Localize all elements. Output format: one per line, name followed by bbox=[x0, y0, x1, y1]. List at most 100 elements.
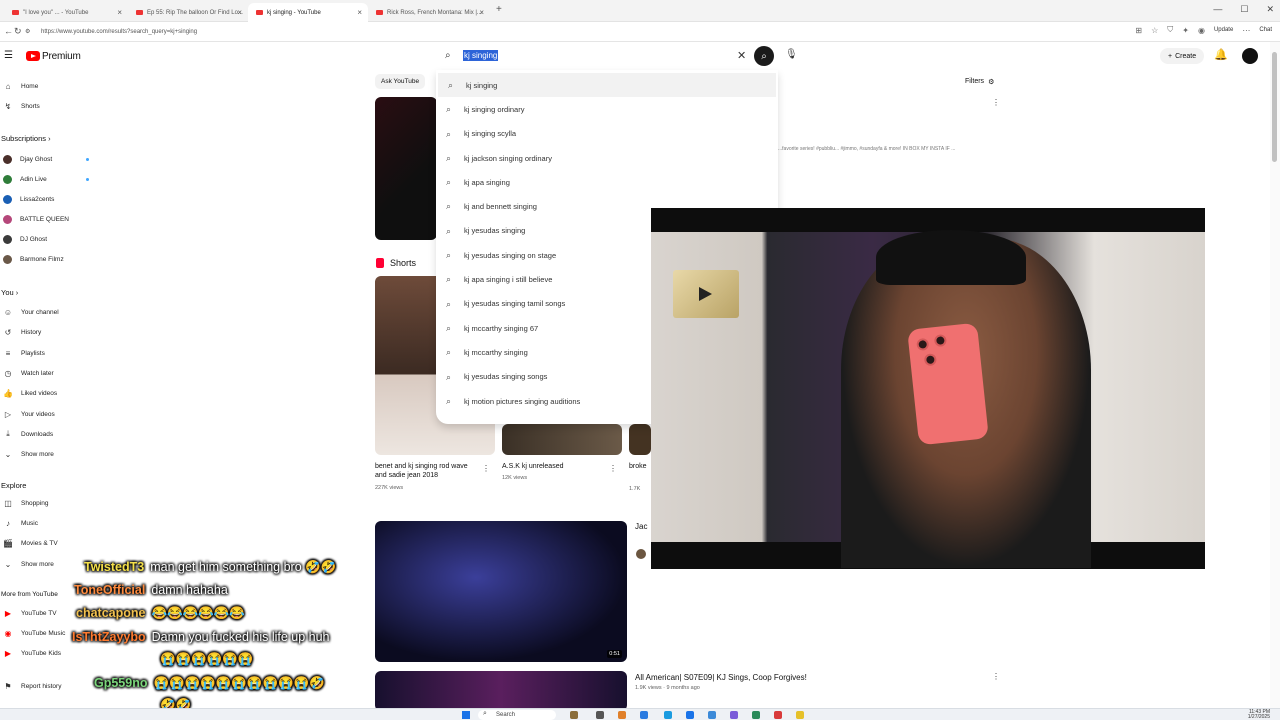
video-thumbnail[interactable] bbox=[375, 671, 627, 711]
filters-button[interactable]: Filters ⚙ bbox=[965, 78, 994, 86]
menu-icon[interactable]: ☰ bbox=[4, 50, 13, 61]
short-thumbnail[interactable] bbox=[502, 424, 622, 455]
browser-tab[interactable]: "I love you" ... - YouTube × bbox=[4, 3, 128, 22]
sidebar-label: Home bbox=[21, 82, 39, 90]
video-thumbnail[interactable] bbox=[375, 97, 437, 240]
sidebar-item-watch-later[interactable]: ◷ Watch later bbox=[0, 365, 54, 381]
youtube-logo-icon[interactable] bbox=[26, 51, 40, 61]
sidebar-heading-subscriptions[interactable]: Subscriptions › bbox=[1, 134, 51, 143]
more-options-icon[interactable]: ⋮ bbox=[609, 464, 617, 473]
sidebar-item-your-channel[interactable]: ☺ Your channel bbox=[0, 304, 59, 320]
taskbar-app-icon[interactable] bbox=[752, 711, 760, 719]
video-title[interactable]: All American| S07E09| KJ Sings, Coop For… bbox=[635, 673, 807, 682]
taskbar-app-icon[interactable] bbox=[796, 711, 804, 719]
short-thumbnail[interactable] bbox=[629, 424, 651, 455]
sidebar-item-history[interactable]: ↺ History bbox=[0, 324, 42, 340]
sidebar-item-movies[interactable]: 🎬 Movies & TV bbox=[0, 535, 58, 551]
url-field[interactable]: https://www.youtube.com/results?search_q… bbox=[36, 25, 1076, 39]
close-tab-icon[interactable]: × bbox=[237, 8, 242, 17]
search-button[interactable]: ⌕ bbox=[754, 46, 774, 66]
clear-search-icon[interactable]: ✕ bbox=[737, 49, 746, 62]
microphone-icon[interactable]: 🎙 bbox=[785, 49, 798, 60]
short-title[interactable]: A.S.K kj unreleased bbox=[502, 462, 592, 471]
sidebar-item-youtube-kids[interactable]: ▶ YouTube Kids bbox=[0, 645, 61, 661]
taskbar-app-icon[interactable] bbox=[708, 711, 716, 719]
more-options-icon[interactable]: ⋮ bbox=[992, 98, 1000, 107]
taskbar-search[interactable]: Search bbox=[478, 709, 556, 720]
search-suggestion[interactable]: ⌕ kj singing scylla bbox=[436, 122, 778, 146]
maximize-icon[interactable]: ☐ bbox=[1240, 4, 1248, 15]
create-button[interactable]: + Create bbox=[1160, 48, 1205, 64]
youtube-brand[interactable]: Premium bbox=[42, 51, 81, 62]
update-button[interactable]: Update bbox=[1214, 27, 1233, 33]
taskbar-app-icon[interactable] bbox=[618, 711, 626, 719]
new-tab-icon[interactable]: + bbox=[496, 4, 502, 15]
sidebar-item-report-history[interactable]: ⚑ Report history bbox=[0, 678, 61, 694]
short-title[interactable]: benet and kj singing rod wave and sadie … bbox=[375, 462, 475, 480]
shield-icon[interactable]: ⛉ bbox=[1167, 25, 1173, 35]
sidebar-item-sub[interactable]: Lissa2cents bbox=[0, 191, 54, 207]
sidebar-item-youtube-tv[interactable]: ▶ YouTube TV bbox=[0, 605, 57, 621]
sidebar-item-sub[interactable]: Djay Ghost bbox=[0, 151, 89, 167]
close-window-icon[interactable]: ✕ bbox=[1266, 4, 1274, 15]
more-options-icon[interactable]: ⋮ bbox=[992, 672, 1000, 681]
sidebar-item-youtube-music[interactable]: ◉ YouTube Music bbox=[0, 625, 66, 641]
sidebar-item-liked[interactable]: 👍 Liked videos bbox=[0, 385, 57, 401]
minimize-icon[interactable]: — bbox=[1213, 4, 1222, 15]
taskbar-app-icon[interactable] bbox=[570, 711, 578, 719]
search-suggestion[interactable]: ⌕ kj jackson singing ordinary bbox=[436, 146, 778, 170]
windows-start-icon[interactable] bbox=[462, 711, 470, 719]
search-suggestion[interactable]: ⌕ kj singing bbox=[438, 73, 776, 98]
taskbar-app-icon[interactable] bbox=[664, 711, 672, 719]
more-options-icon[interactable]: ⋮ bbox=[482, 464, 490, 473]
taskbar-app-icon[interactable] bbox=[686, 711, 694, 719]
page-scrollbar[interactable] bbox=[1270, 42, 1280, 708]
sidebar-item-your-videos[interactable]: ▷ Your videos bbox=[0, 406, 55, 422]
close-tab-icon[interactable]: × bbox=[357, 8, 362, 17]
system-clock[interactable]: 11:43 PM 1/27/2025 bbox=[1248, 710, 1270, 720]
sidebar-item-downloads[interactable]: ⤓ Downloads bbox=[0, 426, 53, 442]
site-info-icon[interactable]: ⚙ bbox=[25, 28, 30, 35]
close-tab-icon[interactable]: × bbox=[479, 8, 484, 17]
sidebar-item-show-more[interactable]: ⌄ Show more bbox=[0, 446, 54, 462]
search-suggestion[interactable]: ⌕ kj apa singing bbox=[436, 170, 778, 194]
taskbar-app-icon[interactable] bbox=[596, 711, 604, 719]
scrollbar-thumb[interactable] bbox=[1272, 52, 1277, 162]
sidebar-item-sub[interactable]: BATTLE QUEEN bbox=[0, 211, 69, 227]
video-title[interactable]: Jac bbox=[635, 522, 647, 531]
browser-tab-active[interactable]: kj singing - YouTube × bbox=[248, 3, 368, 22]
sidebar-item-shopping[interactable]: ◫ Shopping bbox=[0, 495, 48, 511]
search-box[interactable]: ⌕ kj singing ✕ ⌕ bbox=[436, 46, 778, 66]
chat-button[interactable]: Chat bbox=[1259, 27, 1272, 33]
chip-ask-youtube[interactable]: Ask YouTube bbox=[375, 74, 426, 89]
taskbar-app-icon[interactable] bbox=[640, 711, 648, 719]
search-input[interactable]: kj singing bbox=[463, 50, 499, 61]
avatar[interactable] bbox=[1242, 48, 1258, 64]
video-thumbnail[interactable]: 0:51 bbox=[375, 521, 627, 662]
profile-icon[interactable]: ◉ bbox=[1198, 26, 1205, 35]
browser-tab[interactable]: Rick Ross, French Montana: Mix |... × bbox=[368, 3, 490, 22]
taskbar-app-icon[interactable] bbox=[730, 711, 738, 719]
refresh-icon[interactable]: ↻ bbox=[14, 26, 22, 37]
sidebar-item-sub[interactable]: DJ Ghost bbox=[0, 231, 47, 247]
bell-icon[interactable]: 🔔 bbox=[1214, 48, 1228, 61]
sidebar-item-home[interactable]: ⌂ Home bbox=[0, 78, 39, 94]
sidebar-item-show-more[interactable]: ⌄ Show more bbox=[0, 556, 54, 572]
sidebar-heading-you[interactable]: You › bbox=[1, 288, 18, 297]
sidebar-item-sub[interactable]: Barmone Filmz bbox=[0, 251, 64, 267]
more-icon[interactable]: ⋯ bbox=[1242, 26, 1250, 35]
sidebar-item-sub[interactable]: Adin Live bbox=[0, 171, 89, 187]
extensions-icon[interactable]: ✦ bbox=[1182, 26, 1189, 35]
search-suggestion[interactable]: ⌕ kj singing ordinary bbox=[436, 97, 778, 121]
back-icon[interactable]: ← bbox=[4, 26, 13, 36]
apps-icon[interactable]: ⊞ bbox=[1135, 26, 1142, 35]
browser-tab[interactable]: Ep 55: Rip The balloon Or Find Lo... × bbox=[128, 3, 248, 22]
channel-avatar[interactable] bbox=[636, 549, 646, 559]
close-tab-icon[interactable]: × bbox=[117, 8, 122, 17]
taskbar-app-icon[interactable] bbox=[774, 711, 782, 719]
sidebar-item-music[interactable]: ♪ Music bbox=[0, 515, 38, 531]
sidebar-item-shorts[interactable]: ↯ Shorts bbox=[0, 98, 40, 114]
sidebar-item-playlists[interactable]: ≡ Playlists bbox=[0, 345, 45, 361]
short-title[interactable]: broke bbox=[629, 462, 651, 471]
bookmark-star-icon[interactable]: ☆ bbox=[1151, 26, 1158, 35]
